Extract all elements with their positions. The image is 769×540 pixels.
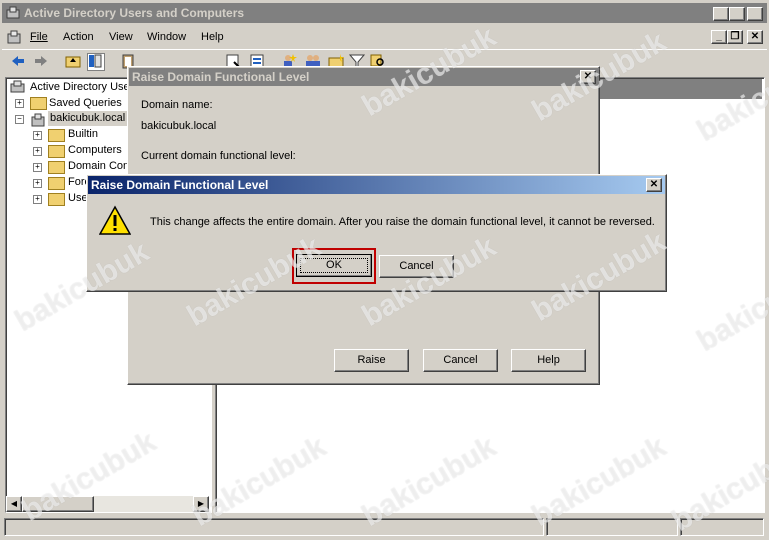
folder-icon <box>48 177 65 190</box>
menu-action[interactable]: Action <box>63 31 94 43</box>
child-restore-button[interactable]: ❐ <box>727 30 743 44</box>
saved-queries-expander[interactable]: + <box>15 99 24 108</box>
tree-builtin[interactable]: Builtin <box>68 127 98 142</box>
back-arrow-icon[interactable] <box>10 53 26 69</box>
status-bar <box>2 516 767 538</box>
child-minimize-button[interactable]: _ <box>711 30 727 44</box>
menu-bar: File Action View Window Help _ ❐ ✕ <box>2 26 767 48</box>
computers-expander[interactable]: + <box>33 147 42 156</box>
folder-icon <box>48 145 65 158</box>
users-expander[interactable]: + <box>33 195 42 204</box>
raise-dialog-help-button[interactable]: Help <box>511 349 586 372</box>
tree-computers[interactable]: Computers <box>68 143 122 158</box>
current-level-label: Current domain functional level: <box>141 150 296 162</box>
child-close-button[interactable]: ✕ <box>747 30 763 44</box>
up-folder-icon[interactable] <box>65 53 81 69</box>
ok-focus-rect <box>300 258 368 273</box>
tree-root[interactable]: Active Directory Use <box>30 80 130 95</box>
raise-dialog-close-button[interactable]: ✕ <box>580 70 596 84</box>
ad-root-icon <box>10 80 26 94</box>
domain-name-value: bakicubuk.local <box>141 120 217 132</box>
tree-hscrollbar[interactable]: ◀ ▶ <box>6 496 209 512</box>
tree-users[interactable]: Use <box>68 191 88 206</box>
confirm-dialog-title-bar[interactable]: Raise Domain Functional Level <box>88 176 665 194</box>
confirm-cancel-button[interactable]: Cancel <box>379 255 454 278</box>
raise-dialog-title: Raise Domain Functional Level <box>132 70 310 84</box>
minimize-button[interactable]: _ <box>713 7 729 21</box>
menu-file[interactable]: File <box>30 31 62 43</box>
confirm-message: This change affects the entire domain. A… <box>150 216 655 228</box>
raise-button[interactable]: Raise <box>334 349 409 372</box>
domain-icon <box>30 112 46 128</box>
menu-view[interactable]: View <box>109 31 133 43</box>
ok-button[interactable]: OK <box>296 254 372 277</box>
scroll-left-button[interactable]: ◀ <box>6 496 22 512</box>
app-icon <box>6 6 20 20</box>
warning-icon <box>98 205 132 237</box>
status-pane-1 <box>4 518 544 536</box>
scroll-thumb[interactable] <box>22 496 94 512</box>
close-button[interactable]: ✕ <box>747 7 763 21</box>
confirm-dialog-close-button[interactable]: ✕ <box>646 178 662 192</box>
main-title-bar[interactable]: Active Directory Users and Computers _ □… <box>2 3 767 23</box>
mmc-icon[interactable] <box>6 29 22 45</box>
folder-icon <box>48 129 65 142</box>
status-pane-2 <box>546 518 678 536</box>
maximize-button[interactable]: □ <box>729 7 745 21</box>
dc-expander[interactable]: + <box>33 163 42 172</box>
status-pane-3 <box>680 518 764 536</box>
tree-saved-queries[interactable]: Saved Queries <box>49 96 122 111</box>
tree-domain[interactable]: bakicubuk.local <box>48 111 128 126</box>
domain-expander[interactable]: − <box>15 115 24 124</box>
forward-arrow-icon[interactable] <box>33 53 49 69</box>
folder-icon <box>48 193 65 206</box>
menu-window[interactable]: Window <box>147 31 186 43</box>
details-header <box>598 79 762 99</box>
raise-dialog-cancel-button[interactable]: Cancel <box>423 349 498 372</box>
show-tree-icon[interactable] <box>87 53 105 71</box>
folder-icon <box>30 97 47 110</box>
confirm-dialog-title: Raise Domain Functional Level <box>91 178 269 192</box>
fsp-expander[interactable]: + <box>33 179 42 188</box>
main-window-title: Active Directory Users and Computers <box>24 6 245 20</box>
tree-domain-controllers[interactable]: Domain Cont <box>68 159 132 174</box>
raise-dialog-title-bar[interactable]: Raise Domain Functional Level <box>129 68 598 86</box>
scroll-right-button[interactable]: ▶ <box>193 496 209 512</box>
ou-folder-icon <box>48 161 65 174</box>
domain-name-label: Domain name: <box>141 99 213 111</box>
builtin-expander[interactable]: + <box>33 131 42 140</box>
menu-help[interactable]: Help <box>201 31 224 43</box>
